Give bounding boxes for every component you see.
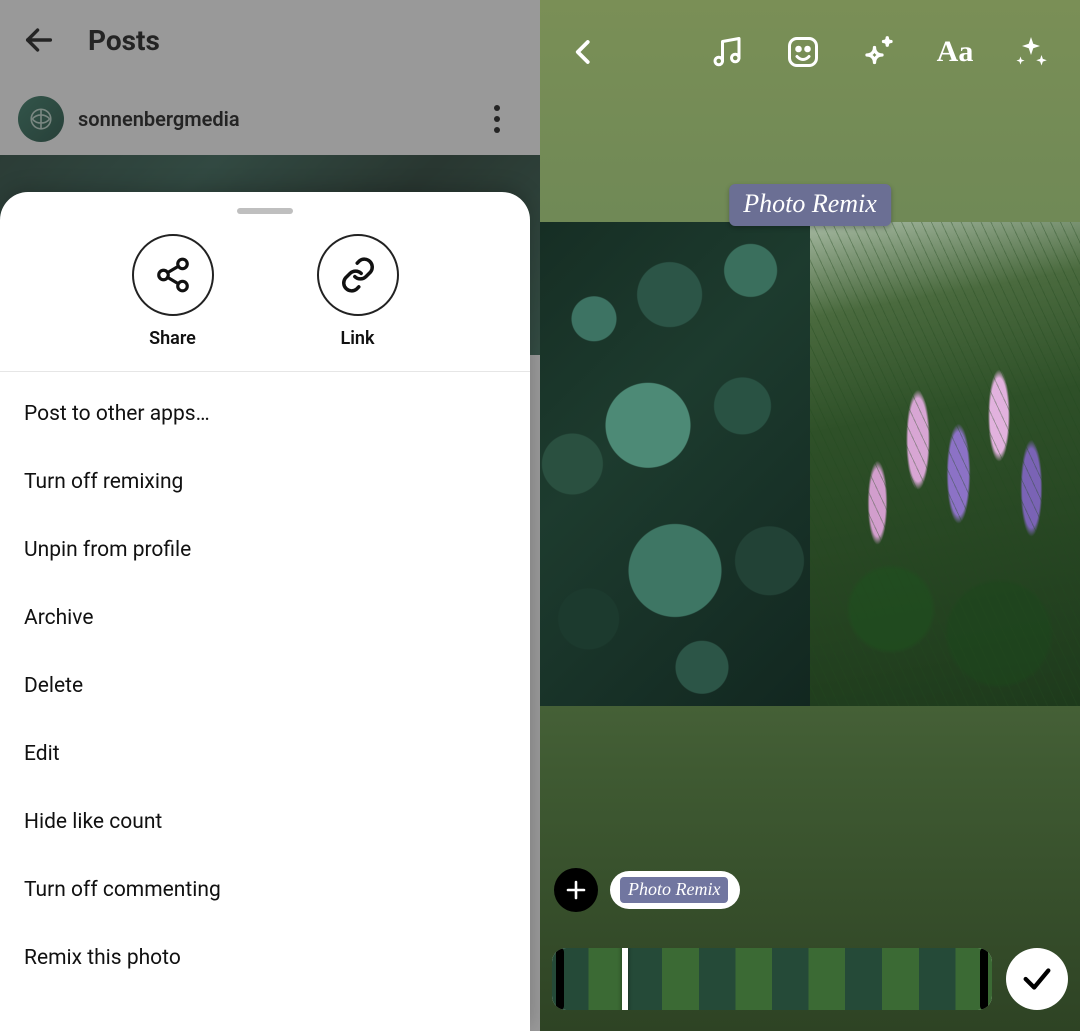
text-tool-icon[interactable]: Aa	[932, 29, 978, 75]
menu-item-edit[interactable]: Edit	[0, 720, 530, 788]
photo-remix-sticker[interactable]: Photo Remix	[729, 184, 891, 226]
sparkle-icon[interactable]	[1008, 29, 1054, 75]
share-label: Share	[149, 328, 196, 349]
timeline-scrubber[interactable]	[552, 948, 992, 1010]
link-button[interactable]: Link	[317, 234, 399, 349]
timeline-row	[552, 942, 1068, 1016]
menu-item-turn-off-remixing[interactable]: Turn off remixing	[0, 448, 530, 516]
timeline-thumb	[772, 948, 845, 1010]
story-editor-screen: Aa Photo Remix Photo Remix	[540, 0, 1080, 1031]
clip-chip-row: Photo Remix	[554, 868, 740, 912]
trim-handle-left[interactable]	[556, 948, 564, 1010]
playhead[interactable]	[622, 948, 628, 1010]
share-icon	[132, 234, 214, 316]
menu-item-post-other-apps[interactable]: Post to other apps…	[0, 380, 530, 448]
timeline-thumb	[699, 948, 772, 1010]
add-clip-button[interactable]	[554, 868, 598, 912]
remix-source-photo	[540, 222, 810, 706]
sticker-icon[interactable]	[780, 29, 826, 75]
effects-icon[interactable]	[856, 29, 902, 75]
story-back-icon[interactable]	[562, 30, 606, 74]
photo-remix-chip-label: Photo Remix	[620, 877, 728, 903]
story-toolbar: Aa	[540, 12, 1080, 92]
sheet-grabber[interactable]	[237, 208, 293, 214]
post-author-row[interactable]: sonnenbergmedia	[0, 92, 540, 146]
sheet-menu: Post to other apps… Turn off remixing Un…	[0, 372, 530, 1000]
more-options-icon[interactable]	[482, 104, 512, 134]
menu-item-archive[interactable]: Archive	[0, 584, 530, 652]
page-title: Posts	[88, 24, 160, 57]
username-label[interactable]: sonnenbergmedia	[78, 107, 240, 131]
music-icon[interactable]	[704, 29, 750, 75]
link-label: Link	[341, 328, 375, 349]
back-arrow-icon[interactable]	[18, 19, 60, 61]
avatar[interactable]	[18, 96, 64, 142]
link-icon	[317, 234, 399, 316]
timeline-thumb	[625, 948, 698, 1010]
posts-header: Posts	[0, 0, 540, 80]
photo-remix-chip[interactable]: Photo Remix	[610, 871, 740, 909]
timeline-thumb	[845, 948, 918, 1010]
remix-photo-canvas[interactable]	[540, 222, 1080, 706]
menu-item-delete[interactable]: Delete	[0, 652, 530, 720]
menu-item-unpin[interactable]: Unpin from profile	[0, 516, 530, 584]
done-button[interactable]	[1006, 948, 1068, 1010]
trim-handle-right[interactable]	[980, 948, 988, 1010]
menu-item-turn-off-commenting[interactable]: Turn off commenting	[0, 856, 530, 924]
share-button[interactable]: Share	[132, 234, 214, 349]
options-bottom-sheet: Share Link Post to other apps… Turn off …	[0, 192, 530, 1031]
menu-item-hide-like-count[interactable]: Hide like count	[0, 788, 530, 856]
posts-screen: Posts sonnenbergmedia Share	[0, 0, 540, 1031]
sheet-action-row: Share Link	[0, 224, 530, 372]
menu-item-remix-this-photo[interactable]: Remix this photo	[0, 924, 530, 992]
remix-added-photo	[810, 222, 1080, 706]
